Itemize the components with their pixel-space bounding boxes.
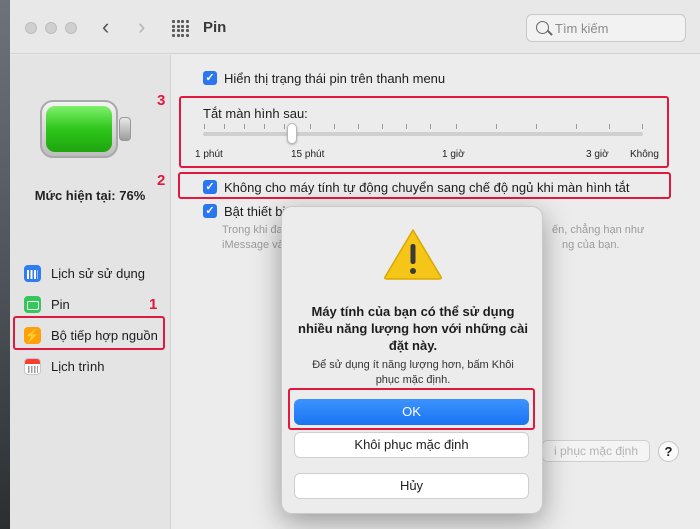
title-bar: ‹ › Pin Tìm kiếm — [10, 0, 700, 54]
help-button[interactable]: ? — [658, 441, 679, 462]
sidebar-item-label: Lịch trình — [51, 359, 105, 374]
sidebar: Mức hiện tại: 76% Lịch sử sử dụng Pin ⚡ … — [10, 55, 171, 529]
show-all-grid-icon[interactable] — [172, 20, 189, 37]
search-field[interactable]: Tìm kiếm — [526, 14, 686, 42]
restore-defaults-dialog-button[interactable]: Khôi phục mặc định — [294, 432, 529, 458]
sidebar-item-usage-history[interactable]: Lịch sử sử dụng — [10, 258, 171, 289]
annotation-number-3: 3 — [157, 92, 166, 109]
sidebar-item-label: Lịch sử sử dụng — [51, 266, 146, 281]
annotation-box-3 — [179, 96, 669, 168]
wake-network-checkbox[interactable]: ✓ — [203, 204, 217, 218]
annotation-number-1: 1 — [149, 296, 158, 313]
battery-level-text: Mức hiện tại: 76% — [34, 188, 146, 203]
battery-graphic-icon — [40, 100, 118, 158]
window-title: Pin — [203, 19, 227, 36]
wake-network-description: ến, chẳng hạn như — [552, 224, 645, 236]
restore-defaults-button[interactable]: i phục mặc định — [542, 440, 650, 462]
annotation-box-1 — [13, 316, 165, 350]
warning-icon — [384, 229, 442, 280]
sidebar-item-schedule[interactable]: Lịch trình — [10, 351, 171, 382]
dialog-message: Để sử dụng ít năng lượng hơn, bấm Khôi p… — [312, 359, 514, 386]
schedule-icon — [24, 358, 41, 375]
close-window-button[interactable] — [25, 22, 37, 34]
wake-network-description: Trong khi đan — [222, 224, 289, 236]
annotation-number-2: 2 — [157, 172, 166, 189]
zoom-window-button[interactable] — [65, 22, 77, 34]
wake-network-description: ng của bạn. — [562, 239, 620, 251]
cancel-button[interactable]: Hủy — [294, 473, 529, 499]
minimize-window-button[interactable] — [45, 22, 57, 34]
show-in-menu-checkbox[interactable]: ✓ — [203, 71, 217, 85]
annotation-box-4 — [288, 388, 535, 430]
forward-chevron-icon[interactable]: › — [138, 14, 145, 40]
dialog-title: Máy tính của bạn có thể sử dụng nhiều nă… — [298, 304, 528, 353]
show-in-menu-label: Hiển thị trạng thái pin trên thanh menu — [224, 71, 446, 86]
search-icon — [536, 21, 549, 34]
usage-history-icon — [24, 265, 41, 282]
search-placeholder: Tìm kiếm — [555, 21, 609, 36]
back-chevron-icon[interactable]: ‹ — [102, 14, 109, 40]
annotation-box-2 — [178, 172, 671, 199]
sidebar-item-label: Pin — [51, 297, 70, 312]
energy-warning-dialog: Máy tính của bạn có thể sử dụng nhiều nă… — [281, 206, 543, 514]
battery-tip — [119, 117, 131, 141]
battery-icon — [24, 296, 41, 313]
battery-fill — [46, 106, 112, 152]
